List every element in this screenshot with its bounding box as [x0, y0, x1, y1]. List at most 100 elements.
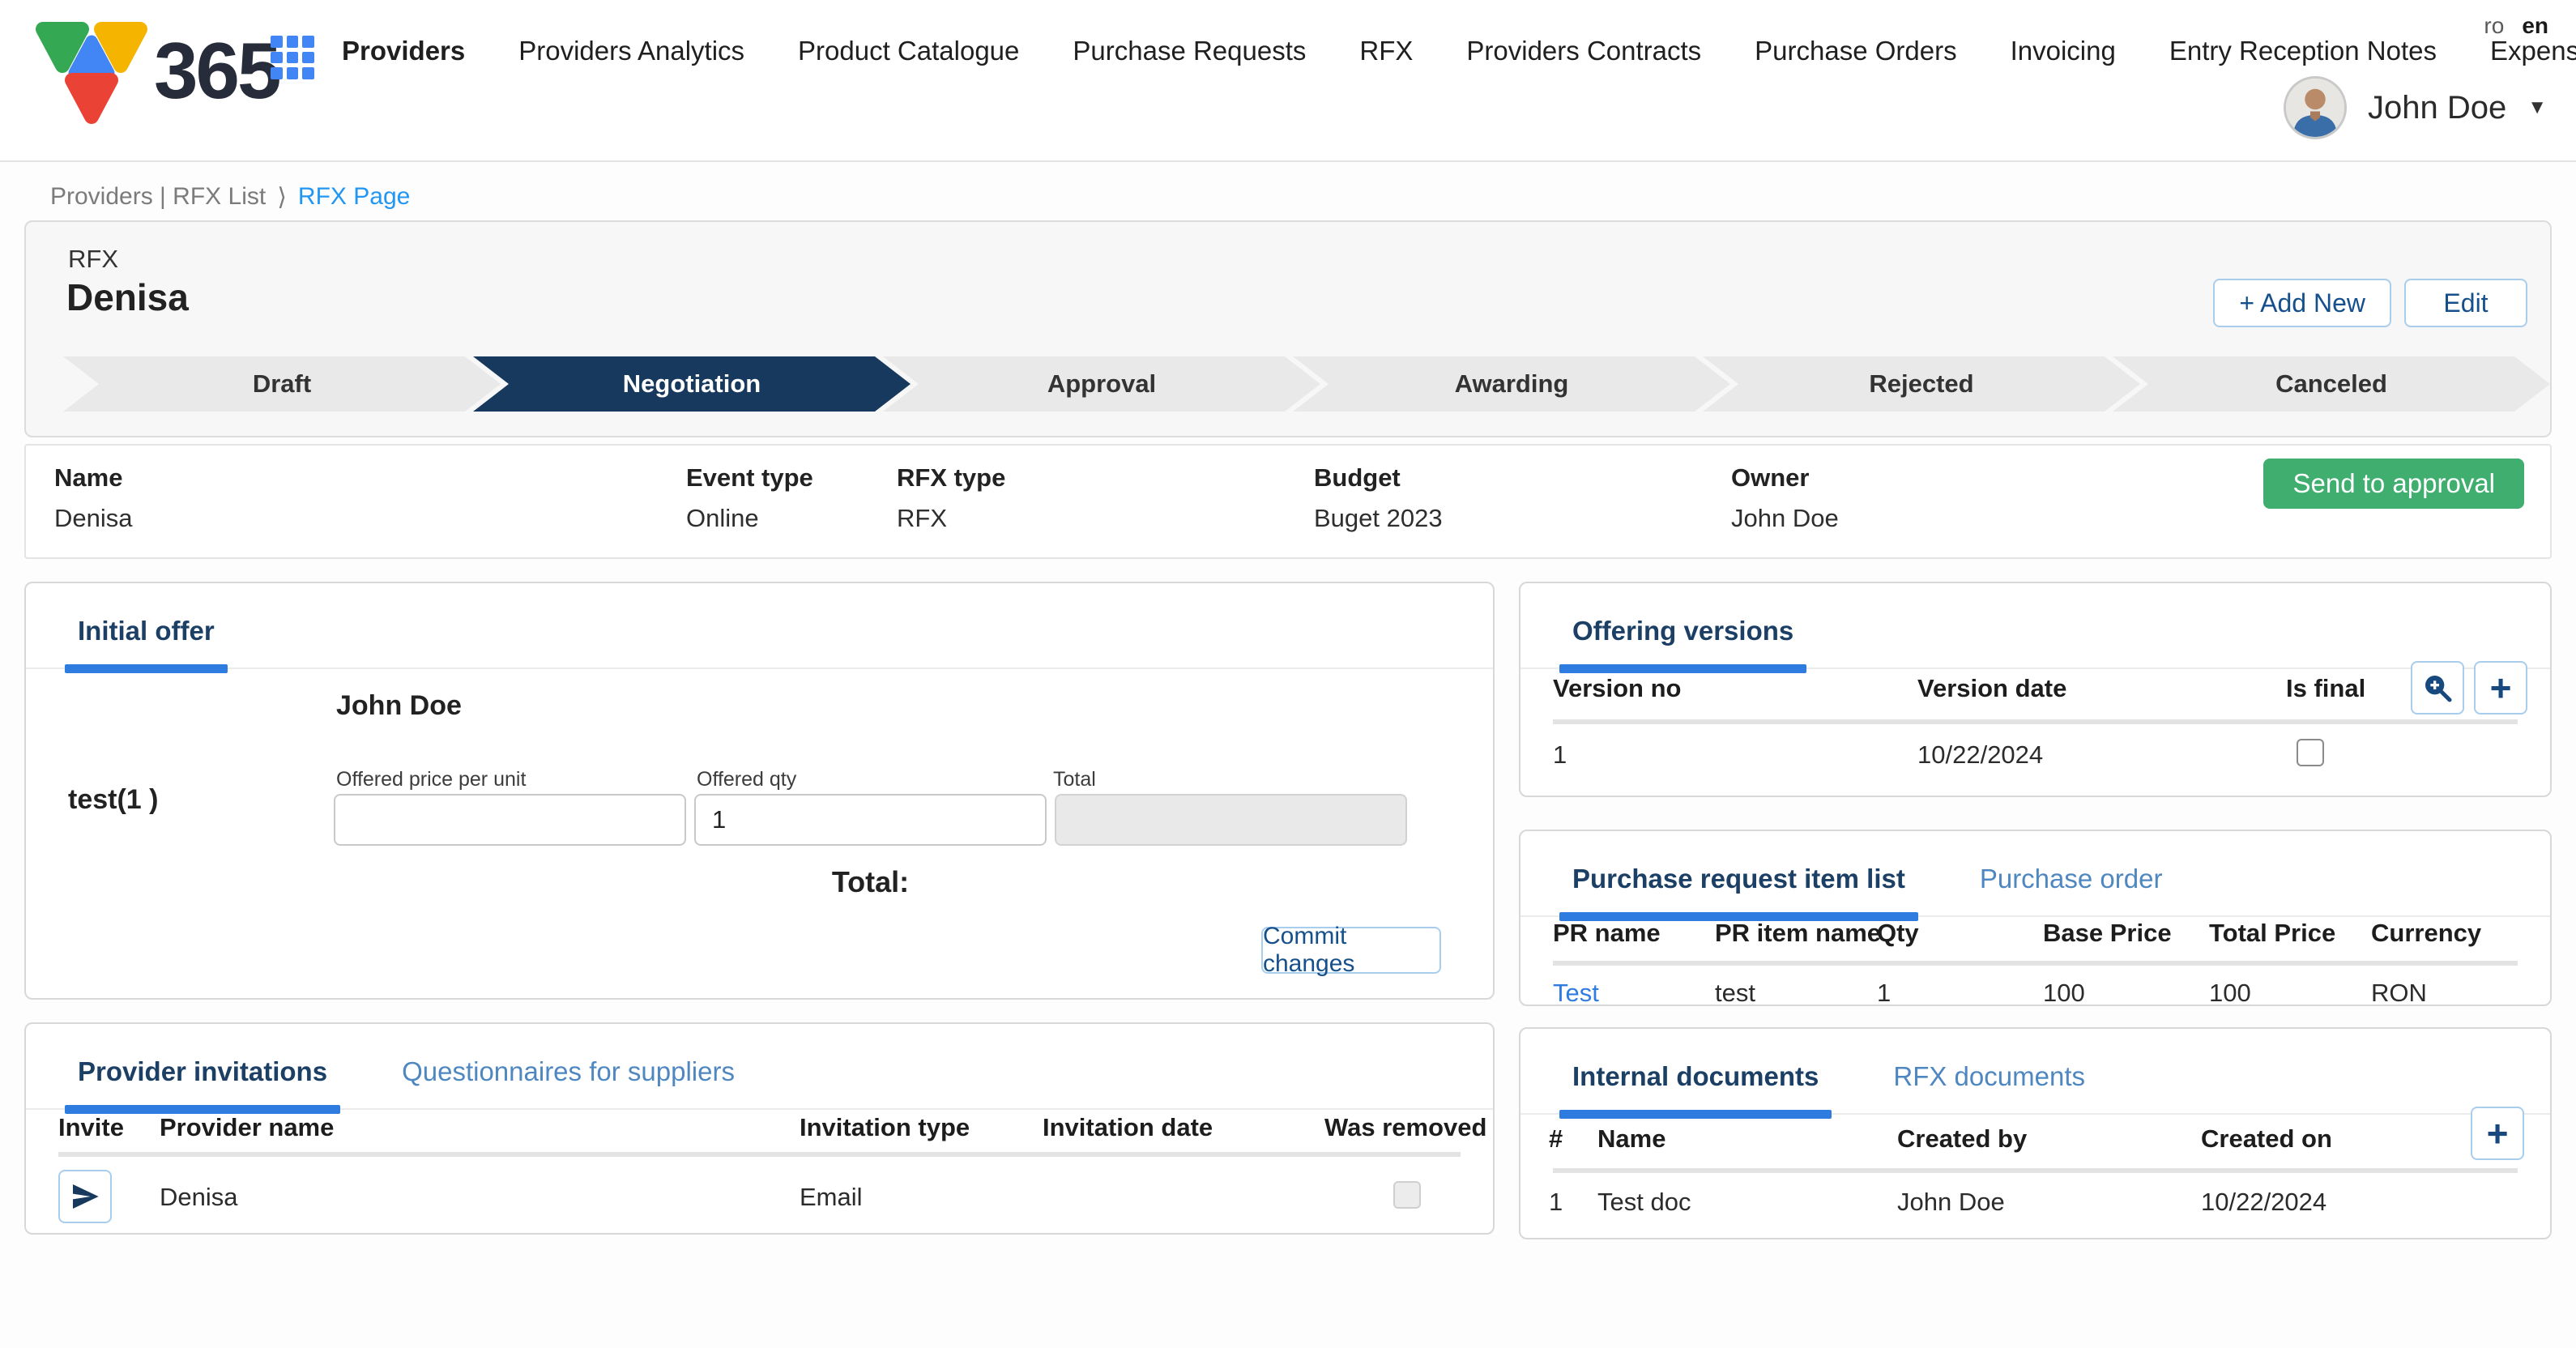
col-invitation-date: Invitation date	[1043, 1113, 1213, 1142]
breadcrumb-current[interactable]: RFX Page	[298, 183, 410, 211]
provider-invitations-panel: Provider invitations Questionnaires for …	[24, 1022, 1495, 1235]
tab-internal-documents[interactable]: Internal documents	[1572, 1061, 1819, 1113]
tab-rfx-documents[interactable]: RFX documents	[1893, 1061, 2085, 1113]
col-total-price: Total Price	[2209, 919, 2335, 948]
tab-offering-versions[interactable]: Offering versions	[1572, 616, 1793, 668]
version-no-value: 1	[1553, 740, 1567, 770]
brand-text: 365	[154, 25, 279, 117]
invitation-type-value: Email	[800, 1183, 863, 1212]
total-input	[1055, 794, 1407, 846]
stage-canceled: Canceled	[2113, 356, 2550, 412]
version-date-value: 10/22/2024	[1917, 740, 2043, 770]
top-navbar: 365 Providers Providers Analytics Produc…	[0, 0, 2576, 162]
add-version-button[interactable]: +	[2474, 661, 2527, 715]
nav-item-product-catalogue[interactable]: Product Catalogue	[798, 36, 1019, 66]
offered-price-input[interactable]	[334, 794, 686, 846]
nav-item-rfx[interactable]: RFX	[1359, 36, 1413, 66]
commit-changes-button[interactable]: Commit changes	[1261, 927, 1441, 974]
field-value-owner: John Doe	[1731, 504, 1839, 533]
col-base-price: Base Price	[2043, 919, 2172, 948]
nav-item-providers-contracts[interactable]: Providers Contracts	[1466, 36, 1701, 66]
plus-icon: +	[2490, 669, 2512, 706]
tab-provider-invitations[interactable]: Provider invitations	[78, 1056, 327, 1108]
col-created-on: Created on	[2201, 1124, 2332, 1154]
nav-item-expense-account[interactable]: Expense Account	[2490, 36, 2576, 66]
magnifier-plus-icon	[2421, 672, 2454, 704]
is-final-checkbox[interactable]	[2297, 739, 2324, 766]
nav-item-invoicing[interactable]: Invoicing	[2011, 36, 2116, 66]
workflow-stages: Draft Negotiation Approval Awarding Reje…	[63, 356, 2523, 412]
field-value-event-type: Online	[686, 504, 759, 533]
col-is-final: Is final	[2286, 674, 2365, 703]
pr-item-name-value: test	[1715, 979, 1755, 1008]
doc-created-by-value: John Doe	[1897, 1188, 2005, 1217]
paper-plane-icon	[69, 1180, 101, 1213]
nav-item-purchase-requests[interactable]: Purchase Requests	[1073, 36, 1306, 66]
send-to-approval-button[interactable]: Send to approval	[2263, 459, 2524, 509]
lang-en[interactable]: en	[2522, 13, 2548, 39]
initial-offer-panel: Initial offer John Doe test(1 ) Offered …	[24, 582, 1495, 1000]
plus-icon: +	[2487, 1115, 2509, 1152]
stage-rejected: Rejected	[1703, 356, 2140, 412]
offered-qty-input[interactable]	[694, 794, 1047, 846]
offered-price-label: Offered price per unit	[336, 768, 526, 791]
field-label-name: Name	[54, 463, 122, 493]
avatar	[2284, 76, 2347, 139]
supplier-name: John Doe	[336, 690, 462, 722]
nav-item-providers[interactable]: Providers	[342, 36, 465, 66]
view-version-button[interactable]	[2411, 661, 2464, 715]
page-title: Denisa	[66, 275, 189, 319]
add-document-button[interactable]: +	[2471, 1107, 2524, 1160]
tab-initial-offer[interactable]: Initial offer	[78, 616, 215, 668]
provider-name-value: Denisa	[160, 1183, 238, 1212]
nav-item-providers-analytics[interactable]: Providers Analytics	[518, 36, 744, 66]
col-pr-item-name: PR item name	[1715, 919, 1881, 948]
field-label-owner: Owner	[1731, 463, 1809, 493]
stage-approval: Approval	[883, 356, 1320, 412]
col-version-date: Version date	[1917, 674, 2066, 703]
col-pr-name: PR name	[1553, 919, 1661, 948]
main-menu: Providers Providers Analytics Product Ca…	[342, 36, 2576, 66]
col-provider-name: Provider name	[160, 1113, 334, 1142]
field-label-budget: Budget	[1314, 463, 1401, 493]
field-value-rfx-type: RFX	[897, 504, 947, 533]
nav-item-entry-reception-notes[interactable]: Entry Reception Notes	[2169, 36, 2437, 66]
doc-name-value: Test doc	[1597, 1188, 1691, 1217]
col-was-removed: Was removed	[1324, 1113, 1486, 1142]
col-created-by: Created by	[1897, 1124, 2027, 1154]
tab-questionnaires-for-suppliers[interactable]: Questionnaires for suppliers	[402, 1056, 735, 1108]
tab-purchase-request-item-list[interactable]: Purchase request item list	[1572, 864, 1905, 915]
stage-negotiation: Negotiation	[473, 356, 911, 412]
entity-label: RFX	[68, 245, 118, 274]
field-label-event-type: Event type	[686, 463, 813, 493]
breadcrumb-separator: ⟩	[277, 183, 287, 211]
language-switcher: ro en	[2484, 13, 2548, 39]
breadcrumb-parent[interactable]: Providers | RFX List	[50, 183, 266, 211]
field-label-rfx-type: RFX type	[897, 463, 1005, 493]
user-name: John Doe	[2368, 90, 2506, 126]
doc-no-value: 1	[1549, 1188, 1563, 1217]
user-menu[interactable]: John Doe ▼	[2284, 76, 2547, 139]
col-qty: Qty	[1877, 919, 1919, 948]
pr-name-link[interactable]: Test	[1553, 979, 1599, 1008]
doc-created-on-value: 10/22/2024	[2201, 1188, 2327, 1217]
nav-item-purchase-orders[interactable]: Purchase Orders	[1755, 36, 1956, 66]
edit-button[interactable]: Edit	[2404, 279, 2527, 327]
lang-ro[interactable]: ro	[2484, 13, 2504, 39]
col-doc-name: Name	[1597, 1124, 1665, 1154]
app-logo: 365	[31, 10, 279, 131]
col-doc-no: #	[1549, 1124, 1563, 1154]
total-label: Total	[1053, 768, 1096, 791]
col-invite: Invite	[58, 1113, 124, 1142]
total-price-value: 100	[2209, 979, 2251, 1008]
breadcrumb: Providers | RFX List ⟩ RFX Page	[50, 183, 410, 211]
stage-awarding: Awarding	[1293, 356, 1730, 412]
apps-grid-icon[interactable]	[271, 36, 314, 79]
col-version-no: Version no	[1553, 674, 1681, 703]
add-new-button[interactable]: + Add New	[2213, 279, 2391, 327]
total-summary-label: Total:	[694, 865, 1047, 899]
offering-versions-panel: Offering versions Version no Version dat…	[1519, 582, 2552, 797]
tab-purchase-order[interactable]: Purchase order	[1980, 864, 2163, 915]
send-invite-button[interactable]	[58, 1170, 112, 1223]
purchase-request-panel: Purchase request item list Purchase orde…	[1519, 830, 2552, 1006]
